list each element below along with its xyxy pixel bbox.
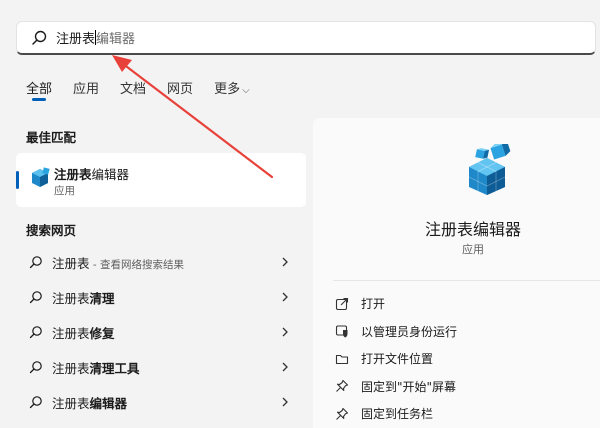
- search-icon: [29, 361, 42, 374]
- tab-all[interactable]: 全部: [26, 78, 52, 101]
- list-item[interactable]: 注册表清理: [16, 280, 306, 315]
- tab-more-label: 更多: [214, 82, 241, 97]
- search-input[interactable]: 注册表编辑器: [56, 28, 135, 47]
- detail-subtitle: 应用: [462, 243, 484, 256]
- pin-to-taskbar-button[interactable]: 固定到任务栏: [335, 400, 457, 428]
- divider: [333, 280, 600, 281]
- detail-pane: 注册表编辑器 应用 打开 以管理员身份运行 打开文件位置 固定到"开始"屏幕 固…: [313, 118, 600, 428]
- folder-icon: [335, 354, 349, 364]
- best-match-type: 应用: [54, 185, 75, 197]
- web-result-label: 注册表编辑器: [52, 393, 127, 412]
- pin-to-start-button[interactable]: 固定到"开始"屏幕: [335, 373, 457, 401]
- chevron-right-icon: [282, 327, 288, 337]
- web-result-label: 注册表 - 查看网络搜索结果: [52, 253, 184, 272]
- shield-icon: [335, 325, 348, 338]
- web-result-rest: 清理: [89, 291, 115, 306]
- list-item[interactable]: 注册表清理工具: [16, 350, 306, 385]
- registry-editor-icon: [468, 144, 511, 195]
- chevron-down-icon: ⌵: [242, 85, 250, 96]
- best-match-heading: 最佳匹配: [26, 130, 77, 145]
- tab-more[interactable]: 更多 ⌵: [214, 78, 250, 97]
- pin-icon: [336, 380, 349, 393]
- tab-web[interactable]: 网页: [167, 78, 193, 97]
- filter-tabs: 全部 应用 文档 网页 更多 ⌵: [26, 78, 271, 101]
- run-as-admin-button[interactable]: 以管理员身份运行: [335, 318, 457, 346]
- registry-editor-icon: [32, 167, 50, 187]
- action-label: 打开文件位置: [361, 352, 434, 367]
- best-match-name-rest: 编辑器: [91, 167, 130, 182]
- chevron-right-icon: [282, 257, 288, 267]
- detail-title: 注册表编辑器: [424, 220, 521, 239]
- actions-list: 打开 以管理员身份运行 打开文件位置 固定到"开始"屏幕 固定到任务栏: [335, 290, 457, 428]
- web-result-extra: - 查看网络搜索结果: [89, 259, 184, 271]
- web-result-typed: 注册表: [52, 396, 90, 411]
- web-result-label: 注册表清理: [52, 288, 115, 307]
- search-icon: [29, 396, 42, 409]
- action-label: 打开: [361, 297, 386, 312]
- web-result-rest: 清理工具: [89, 361, 140, 376]
- tab-apps[interactable]: 应用: [73, 78, 99, 97]
- search-icon: [29, 291, 42, 304]
- web-result-label: 注册表修复: [52, 323, 115, 342]
- chevron-right-icon: [282, 397, 288, 407]
- pin-icon: [336, 407, 349, 420]
- search-typed-text: 注册表: [56, 32, 96, 47]
- web-results-list: 注册表 - 查看网络搜索结果 注册表清理 注册表修复 注册表清理工具 注册表编辑…: [16, 245, 306, 420]
- open-button[interactable]: 打开: [335, 290, 457, 318]
- web-result-rest: 编辑器: [89, 396, 128, 411]
- search-icon: [32, 30, 47, 45]
- list-item[interactable]: 注册表修复: [16, 315, 306, 350]
- chevron-right-icon: [282, 362, 288, 372]
- web-result-typed: 注册表: [52, 326, 90, 341]
- open-icon: [335, 297, 349, 310]
- selection-indicator: [16, 171, 19, 189]
- web-result-typed: 注册表: [52, 291, 90, 306]
- tab-documents[interactable]: 文档: [120, 78, 146, 97]
- web-result-typed: 注册表: [52, 256, 90, 271]
- web-result-rest: 修复: [89, 326, 115, 341]
- web-result-typed: 注册表: [52, 361, 90, 376]
- chevron-right-icon: [282, 292, 288, 302]
- search-icon: [29, 256, 42, 269]
- web-search-heading: 搜索网页: [26, 223, 77, 238]
- search-box[interactable]: 注册表编辑器: [16, 21, 596, 55]
- action-label: 固定到"开始"屏幕: [361, 379, 457, 394]
- best-match-name: 注册表编辑器: [54, 164, 129, 183]
- best-match-result[interactable]: 注册表编辑器 应用: [16, 153, 306, 207]
- action-label: 固定到任务栏: [361, 407, 434, 422]
- list-item[interactable]: 注册表 - 查看网络搜索结果: [16, 245, 306, 280]
- search-icon: [29, 326, 42, 339]
- open-file-location-button[interactable]: 打开文件位置: [335, 345, 457, 373]
- list-item[interactable]: 注册表编辑器: [16, 385, 306, 420]
- action-label: 以管理员身份运行: [361, 324, 458, 339]
- web-result-label: 注册表清理工具: [52, 358, 140, 377]
- best-match-name-typed: 注册表: [54, 167, 92, 182]
- search-autocomplete-hint: 编辑器: [96, 32, 136, 47]
